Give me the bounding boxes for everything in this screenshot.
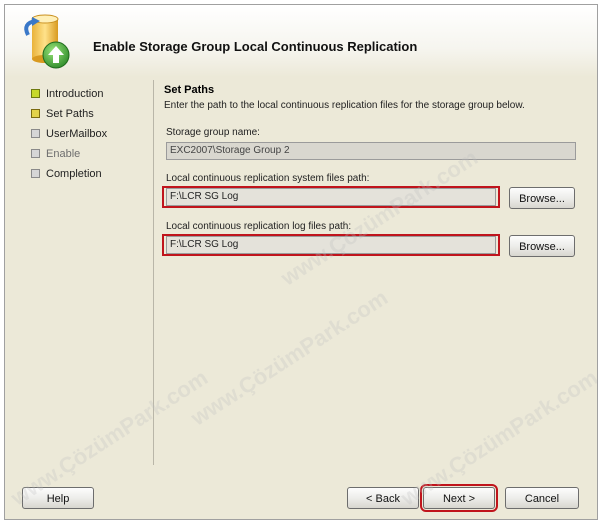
system-files-path-input[interactable]: F:\LCR SG Log: [166, 188, 496, 206]
next-button[interactable]: Next >: [420, 484, 498, 512]
nav-step-set-paths: Set Paths: [29, 104, 149, 124]
storage-group-name-label: Storage group name:: [166, 127, 260, 138]
wizard-header: Enable Storage Group Local Continuous Re…: [5, 5, 597, 77]
section-title: Set Paths: [164, 84, 215, 96]
watermark-text: www.ÇözümPark.com: [276, 144, 483, 291]
log-files-path-label: Local continuous replication log files p…: [166, 221, 352, 232]
back-button[interactable]: < Back: [347, 487, 419, 509]
storage-group-enable-icon: [24, 14, 70, 69]
wizard-dialog: Enable Storage Group Local Continuous Re…: [4, 4, 598, 520]
nav-step-label: Introduction: [46, 88, 104, 100]
system-files-browse-button[interactable]: Browse...: [509, 187, 575, 209]
system-files-path-label: Local continuous replication system file…: [166, 173, 370, 184]
wizard-steps-nav: Introduction Set Paths UserMailbox Enabl…: [29, 84, 149, 184]
watermark-text: www.ÇözümPark.com: [186, 284, 393, 431]
step-pending-icon: [31, 169, 40, 178]
step-pending-icon: [31, 129, 40, 138]
nav-step-label: Set Paths: [46, 108, 94, 120]
nav-step-label: UserMailbox: [46, 128, 108, 140]
step-complete-icon: [31, 89, 40, 98]
section-description: Enter the path to the local continuous r…: [164, 100, 525, 111]
nav-step-introduction: Introduction: [29, 84, 149, 104]
log-files-path-input[interactable]: F:\LCR SG Log: [166, 236, 496, 254]
help-button[interactable]: Help: [22, 487, 94, 509]
log-files-browse-button[interactable]: Browse...: [509, 235, 575, 257]
nav-step-enable: Enable: [29, 144, 149, 164]
cancel-button[interactable]: Cancel: [505, 487, 579, 509]
nav-step-usermailbox: UserMailbox: [29, 124, 149, 144]
nav-step-label: Completion: [46, 168, 102, 180]
nav-divider: [153, 80, 154, 465]
step-current-icon: [31, 109, 40, 118]
storage-group-name-field: EXC2007\Storage Group 2: [166, 142, 576, 160]
wizard-title: Enable Storage Group Local Continuous Re…: [93, 39, 418, 54]
nav-step-label: Enable: [46, 148, 81, 160]
step-pending-icon: [31, 149, 40, 158]
nav-step-completion: Completion: [29, 164, 149, 184]
